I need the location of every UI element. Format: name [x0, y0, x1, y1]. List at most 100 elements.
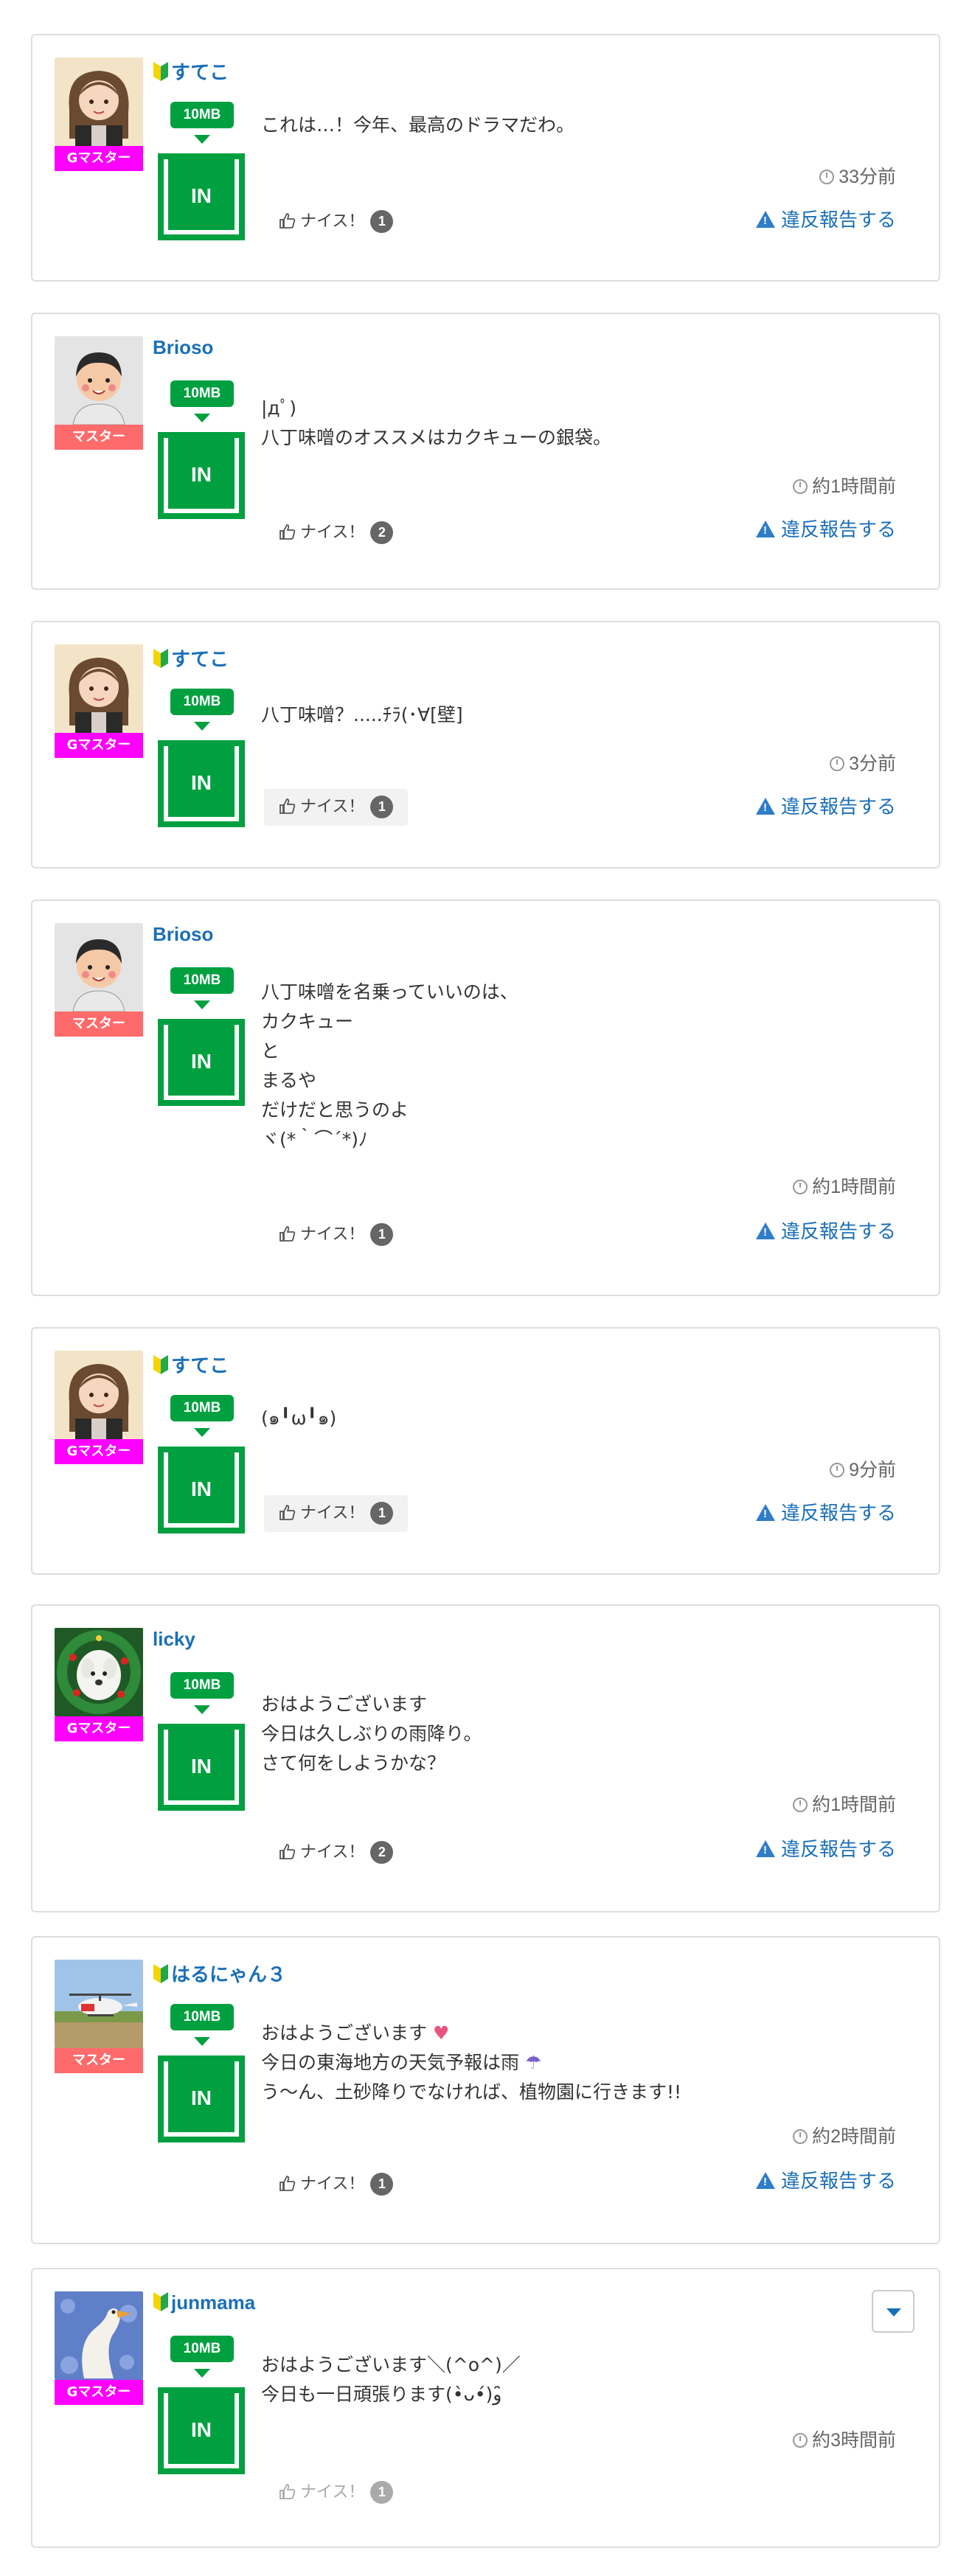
post-text: |дﾟ) 八丁味噌のオススメはカクキューの銀袋。: [261, 397, 612, 448]
clock-icon: [793, 1180, 808, 1194]
post-text: 八丁味噌？.....ﾁﾗ(･∀[壁]: [261, 704, 463, 725]
report-link[interactable]: 違反報告する: [755, 515, 896, 542]
warning-icon: [755, 211, 775, 228]
warning-icon: [755, 1222, 775, 1239]
badge-arrow-icon: [194, 1705, 210, 1714]
warning-icon: [755, 521, 775, 537]
report-link[interactable]: 違反報告する: [755, 1834, 896, 1862]
role-badge: マスター: [55, 1012, 143, 1037]
report-link[interactable]: 違反報告する: [755, 1498, 896, 1525]
heart-icon: ♥: [432, 2022, 450, 2044]
badge-arrow-icon: [194, 135, 210, 144]
nice-button[interactable]: ナイス！ 1: [264, 1495, 409, 1532]
post-time: 9分前: [830, 1455, 896, 1482]
in-button[interactable]: IN: [158, 2387, 245, 2474]
post-card: マスター はるにゃん３ 10MB IN おはようございます ♥ 今日の東海地方の…: [31, 1936, 940, 2244]
role-badge: マスター: [55, 425, 143, 450]
in-button[interactable]: IN: [158, 740, 245, 827]
username[interactable]: すてこ: [153, 58, 229, 85]
username[interactable]: はるにゃん３: [153, 1960, 286, 1987]
post-card: マスター Brioso 10MB IN |дﾟ) 八丁味噌のオススメはカクキュー…: [31, 313, 940, 590]
clock-icon: [793, 2129, 808, 2144]
nice-count: 1: [370, 2173, 394, 2196]
avatar[interactable]: [55, 2291, 143, 2380]
badge-arrow-icon: [194, 414, 210, 422]
in-button[interactable]: IN: [158, 1019, 245, 1106]
avatar[interactable]: [55, 644, 143, 733]
size-badge: 10MB: [170, 380, 234, 407]
beginner-mark-icon: [153, 1964, 168, 1983]
username[interactable]: Brioso: [153, 923, 213, 946]
thumbs-up-icon: [280, 2176, 296, 2191]
thumbs-up-icon: [280, 798, 296, 814]
post-time: 約2時間前: [793, 2122, 896, 2148]
nice-button[interactable]: ナイス！ 1: [264, 2474, 408, 2511]
nice-button[interactable]: ナイス！ 2: [264, 1834, 408, 1871]
post-menu-dropdown[interactable]: [872, 2290, 914, 2333]
post-card: Gマスター すてこ 10MB IN (๑╹ω╹๑) 9分前 違反報告する ナイス…: [31, 1327, 940, 1575]
report-link[interactable]: 違反報告する: [755, 1216, 896, 1244]
role-badge: Gマスター: [55, 1439, 143, 1464]
avatar[interactable]: [55, 58, 143, 146]
nice-button[interactable]: ナイス！ 1: [264, 789, 409, 826]
report-link[interactable]: 違反報告する: [755, 2166, 896, 2193]
report-link[interactable]: 違反報告する: [755, 205, 896, 232]
username[interactable]: licky: [153, 1628, 195, 1651]
avatar[interactable]: [55, 1960, 143, 2048]
thumbs-up-icon: [280, 1226, 296, 1242]
warning-icon: [755, 2172, 775, 2189]
post-time: 33分前: [819, 162, 896, 189]
badge-arrow-icon: [194, 2369, 210, 2378]
avatar[interactable]: [55, 923, 143, 1012]
post-card: Gマスター すてこ 10MB IN 八丁味噌？.....ﾁﾗ(･∀[壁] 3分前…: [31, 621, 940, 868]
in-button[interactable]: IN: [158, 1447, 245, 1534]
nice-button[interactable]: ナイス！ 1: [264, 2166, 408, 2203]
post-card: Gマスター すてこ 10MB IN これは…！今年、最高のドラマだわ。 33分前…: [31, 34, 940, 282]
post-time: 3分前: [830, 749, 896, 776]
nice-button[interactable]: ナイス！ 1: [264, 1216, 408, 1253]
report-link[interactable]: 違反報告する: [755, 792, 896, 819]
username[interactable]: junmama: [153, 2291, 255, 2314]
post-card: Gマスター junmama 10MB IN おはようございます＼(^o^)／ 今…: [31, 2268, 940, 2548]
size-badge: 10MB: [170, 967, 234, 994]
nice-count: 2: [370, 1841, 394, 1864]
avatar[interactable]: [55, 1628, 143, 1716]
username[interactable]: すてこ: [153, 1351, 229, 1378]
username[interactable]: Brioso: [153, 336, 213, 359]
warning-icon: [755, 1840, 775, 1857]
nice-count: 1: [370, 796, 394, 818]
thumbs-up-icon: [280, 1844, 296, 1859]
username[interactable]: すてこ: [153, 644, 229, 672]
role-badge: マスター: [55, 2048, 143, 2073]
clock-icon: [793, 2433, 808, 2448]
clock-icon: [819, 170, 835, 184]
warning-icon: [755, 1504, 775, 1521]
badge-arrow-icon: [194, 1000, 210, 1009]
nice-button[interactable]: ナイス！ 2: [264, 515, 408, 551]
post-text: おはようございます ♥ 今日の東海地方の天気予報は雨 ☂ う〜ん、土砂降りでなけ…: [261, 2022, 682, 2103]
nice-button[interactable]: ナイス！ 1: [264, 203, 408, 240]
badge-arrow-icon: [194, 722, 210, 731]
post-card: Gマスター licky 10MB IN おはようございます 今日は久しぶりの雨降…: [31, 1604, 940, 1912]
thumbs-up-icon: [280, 524, 296, 540]
beginner-mark-icon: [153, 62, 168, 81]
in-button[interactable]: IN: [158, 153, 245, 240]
avatar[interactable]: [55, 336, 143, 425]
post-time: 約1時間前: [793, 1172, 896, 1199]
post-time: 約3時間前: [793, 2426, 896, 2452]
warning-icon: [755, 798, 775, 815]
in-button[interactable]: IN: [158, 1724, 245, 1811]
clock-icon: [793, 1797, 808, 1812]
post-card: マスター Brioso 10MB IN 八丁味噌を名乗っていいのは、 カクキュー…: [31, 899, 940, 1296]
in-button[interactable]: IN: [158, 2055, 245, 2142]
avatar[interactable]: [55, 1351, 143, 1439]
post-time: 約1時間前: [793, 472, 896, 498]
post-time: 約1時間前: [793, 1790, 896, 1817]
nice-count: 1: [370, 1502, 394, 1525]
post-text: (๑╹ω╹๑): [261, 1407, 337, 1429]
badge-arrow-icon: [194, 2037, 210, 2046]
post-text: 八丁味噌を名乗っていいのは、 カクキュー と まるや だけだと思うのよ ヾ(*｀…: [261, 981, 518, 1150]
size-badge: 10MB: [170, 102, 234, 128]
in-button[interactable]: IN: [158, 432, 245, 519]
post-text: おはようございます＼(^o^)／ 今日も一日頑張ります(•̀ᴗ•́)و ̑̑: [261, 2354, 521, 2405]
